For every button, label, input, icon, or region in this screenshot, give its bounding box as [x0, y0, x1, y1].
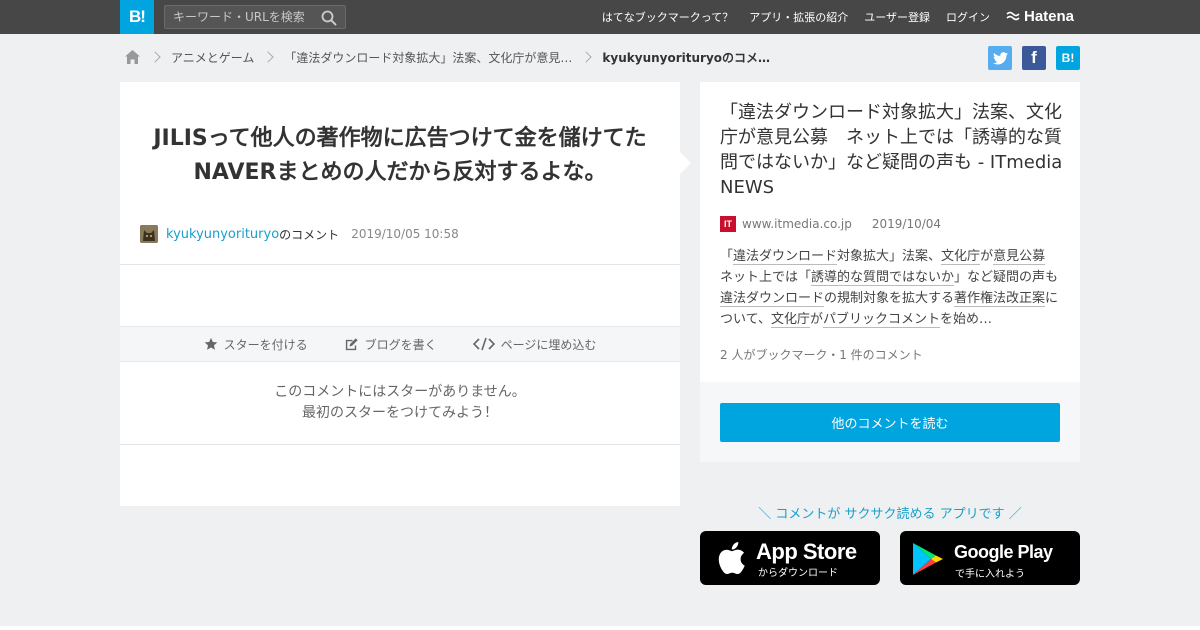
- keyword-link[interactable]: パブリックコメント: [823, 312, 941, 328]
- entry-card: 「違法ダウンロード対象拡大」法案、文化庁が意見公募 ネット上では「誘導的な質問で…: [700, 82, 1080, 382]
- comment-card: JILISって他人の著作物に広告つけて金を儲けてたNAVERまとめの人だから反対…: [120, 82, 680, 506]
- google-play-sublabel: で手に入れよう: [955, 569, 1025, 580]
- no-star-line-2: 最初のスターをつけてみよう！: [302, 405, 498, 421]
- app-store-label: App Store: [756, 539, 857, 564]
- entry-meta: IT www.itmedia.co.jp 2019/10/04: [720, 216, 941, 232]
- comment-meta: kyukyunyorituryo のコメント 2019/10/05 10:58: [140, 225, 459, 243]
- breadcrumb-entry[interactable]: 「違法ダウンロード対象拡大」法案、文化庁が意見…: [284, 49, 572, 66]
- app-store-badge[interactable]: App Store からダウンロード: [700, 531, 880, 585]
- nav-about[interactable]: はてなブックマークって？: [602, 9, 733, 25]
- hatena-waves-icon: [1006, 11, 1020, 20]
- facebook-share-button[interactable]: f: [1022, 46, 1046, 70]
- share-buttons: f B!: [978, 46, 1080, 70]
- embed-button[interactable]: ページに埋め込む: [472, 336, 597, 353]
- apple-icon: [718, 542, 745, 575]
- hatena-brand-link[interactable]: Hatena: [1006, 8, 1074, 25]
- chevron-right-icon: [580, 51, 593, 63]
- entry-footer: 他のコメントを読む: [700, 382, 1080, 462]
- divider: [120, 264, 680, 265]
- star-icon: [204, 337, 217, 350]
- entry-title-link[interactable]: 「違法ダウンロード対象拡大」法案、文化庁が意見公募 ネット上では「誘導的な質問で…: [720, 100, 1065, 200]
- itmedia-favicon-icon: IT: [720, 216, 736, 232]
- chevron-right-icon: [262, 51, 275, 63]
- keyword-link[interactable]: 著作権法改正案: [954, 291, 1046, 307]
- home-icon[interactable]: [124, 49, 141, 65]
- hatena-brand-label: Hatena: [1024, 8, 1075, 25]
- keyword-link[interactable]: 違法ダウンロード: [733, 249, 838, 265]
- avatar[interactable]: [140, 225, 158, 243]
- search-box: [164, 5, 346, 29]
- entry-summary: 「違法ダウンロード対象拡大」法案、文化庁が意見公募 ネット上では「誘導的な質問では…: [720, 249, 1059, 328]
- hatena-share-button[interactable]: B!: [1056, 46, 1080, 70]
- chevron-right-icon: [149, 51, 161, 63]
- no-star-line-1: このコメントにはスターがありません。: [274, 384, 526, 400]
- footer-edge: [0, 626, 1200, 630]
- card-pointer-arrow: [680, 152, 691, 174]
- breadcrumb-category[interactable]: アニメとゲーム: [171, 49, 254, 66]
- comment-user-link[interactable]: kyukyunyorituryo: [166, 227, 279, 242]
- twitter-icon: [992, 51, 1008, 64]
- write-blog-label: ブログを書く: [364, 337, 437, 352]
- entry-date: 2019/10/04: [871, 217, 942, 231]
- keyword-link[interactable]: 違法ダウンロード: [720, 291, 825, 307]
- google-play-badge[interactable]: Google Play で手に入れよう: [900, 531, 1080, 585]
- write-blog-button[interactable]: ブログを書く: [344, 336, 437, 353]
- entry-domain-link[interactable]: www.itmedia.co.jp: [742, 217, 852, 231]
- search-icon[interactable]: [321, 10, 337, 26]
- breadcrumb: アニメとゲーム 「違法ダウンロード対象拡大」法案、文化庁が意見… kyukyun…: [124, 46, 770, 68]
- google-play-label: Google Play: [954, 542, 1053, 562]
- nav-login[interactable]: ログイン: [946, 9, 990, 25]
- app-promo-tagline: ＼ コメントが サクサク読める アプリです ／: [758, 507, 1022, 522]
- embed-label: ページに埋め込む: [500, 337, 597, 352]
- cat-avatar-icon: [140, 225, 158, 243]
- keyword-link[interactable]: 意見公募: [993, 249, 1046, 265]
- comment-text: JILISって他人の著作物に広告つけて金を儲けてたNAVERまとめの人だから反対…: [153, 126, 647, 185]
- code-icon: [472, 337, 495, 351]
- add-star-label: スターを付ける: [223, 337, 308, 352]
- twitter-share-button[interactable]: [988, 46, 1012, 70]
- action-bar: スターを付ける ブログを書く ページに埋め込む: [120, 326, 680, 362]
- add-star-button[interactable]: スターを付ける: [204, 336, 308, 353]
- google-play-icon: [913, 543, 943, 575]
- divider: [120, 444, 680, 445]
- nav-apps[interactable]: アプリ・拡張の紹介: [749, 9, 848, 25]
- top-nav: はてなブックマークって？ アプリ・拡張の紹介 ユーザー登録 ログイン: [586, 0, 990, 34]
- hatena-bookmark-logo[interactable]: B!: [120, 0, 154, 34]
- breadcrumb-current: kyukyunyorituryoのコメ…: [602, 50, 771, 65]
- edit-icon: [345, 337, 358, 350]
- comment-suffix: のコメント: [279, 227, 340, 242]
- top-bar: B! はてなブックマークって？ アプリ・拡張の紹介 ユーザー登録 ログイン Ha…: [0, 0, 1200, 34]
- keyword-link[interactable]: 文化庁: [941, 249, 981, 265]
- keyword-link[interactable]: 誘導的な質問ではないか: [811, 270, 955, 286]
- no-star-message: このコメントにはスターがありません。 最初のスターをつけてみよう！: [120, 382, 680, 424]
- nav-register[interactable]: ユーザー登録: [864, 9, 930, 25]
- keyword-link[interactable]: 文化庁: [770, 312, 810, 328]
- comment-date[interactable]: 2019/10/05 10:58: [351, 227, 459, 241]
- search-input[interactable]: [165, 6, 315, 28]
- app-store-sublabel: からダウンロード: [758, 568, 838, 579]
- bookmark-count[interactable]: 2 人がブックマーク・1 件のコメント: [720, 346, 923, 363]
- read-other-comments-button[interactable]: 他のコメントを読む: [720, 403, 1060, 442]
